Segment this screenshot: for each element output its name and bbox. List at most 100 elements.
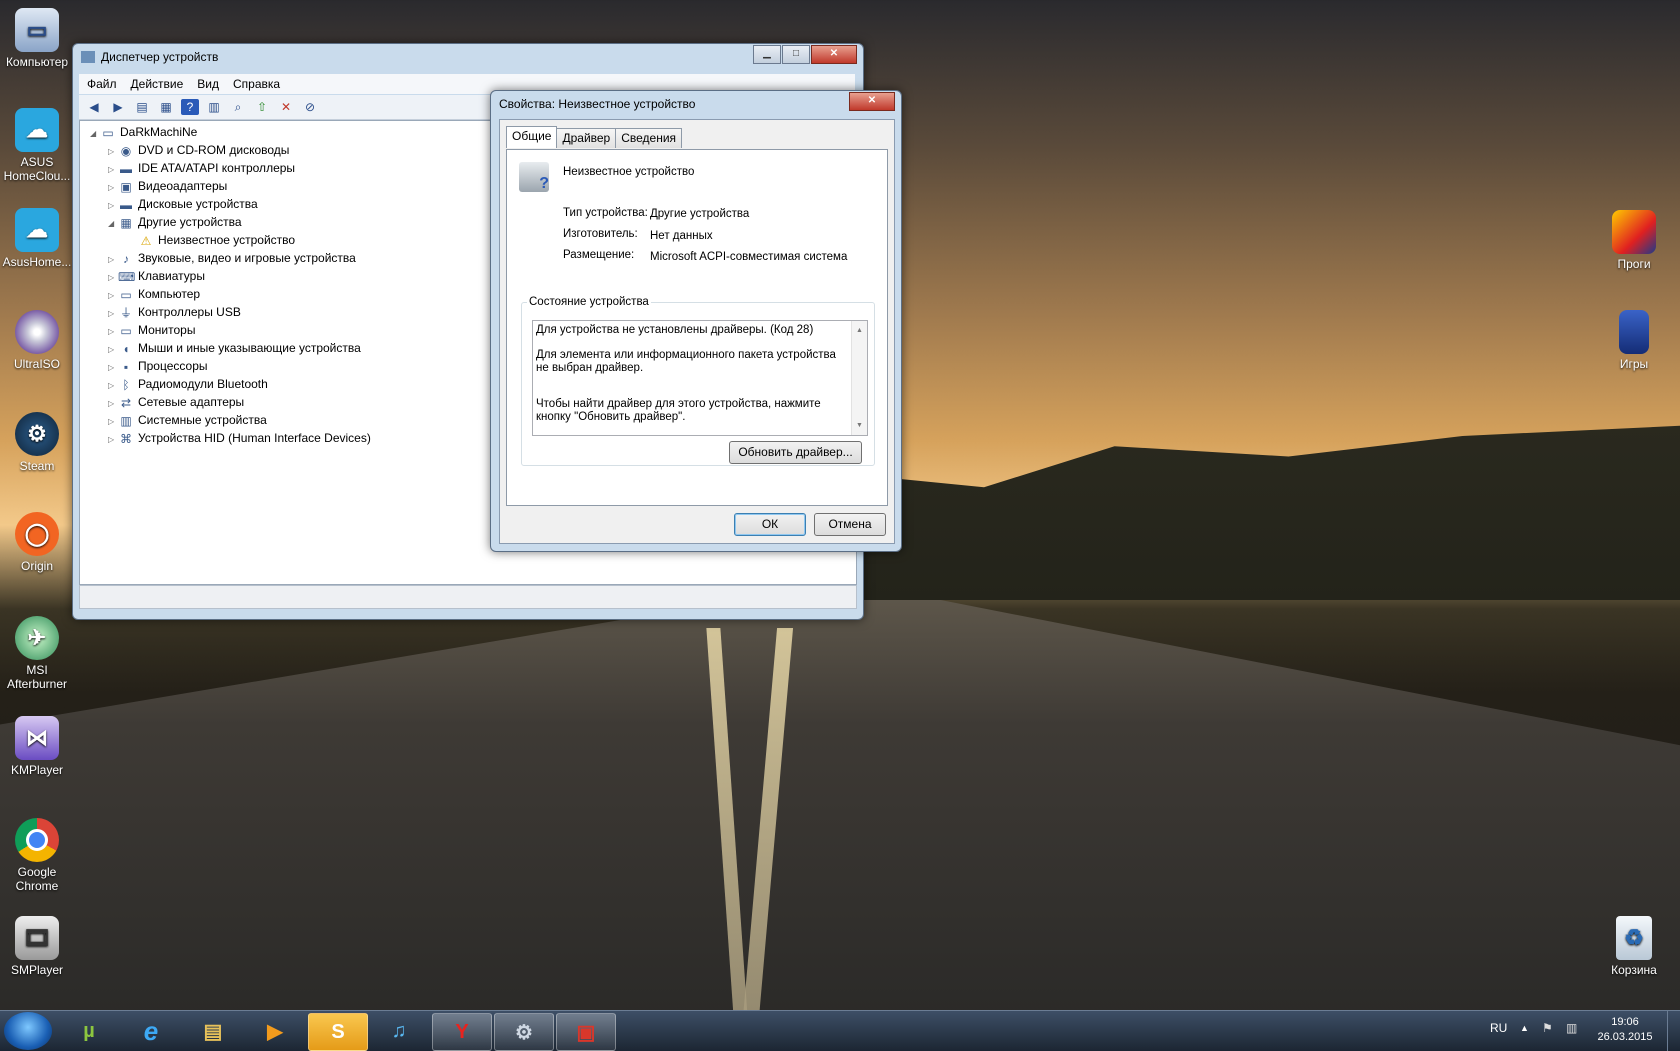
menu-view[interactable]: Вид: [189, 77, 225, 91]
utorrent-icon[interactable]: µ: [60, 1013, 118, 1049]
tree-item-processors[interactable]: ▷ ▪ Процессоры: [108, 357, 208, 375]
processor-icon: ▪: [123, 359, 129, 374]
desktop-icon-origin[interactable]: ◯ Origin: [0, 512, 74, 573]
scroll-down-icon[interactable]: ▼: [852, 419, 867, 432]
maximize-button[interactable]: □: [782, 45, 810, 64]
update-driver-icon[interactable]: ⇧: [253, 99, 271, 115]
tree-root[interactable]: ◢ ▭ DaRkMachiNe: [90, 123, 197, 141]
start-button[interactable]: [4, 1012, 52, 1050]
dialog-body: Общие Драйвер Сведения ? Неизвестное уст…: [499, 119, 895, 544]
minimize-button[interactable]: ▁: [753, 45, 781, 64]
menu-help[interactable]: Справка: [225, 77, 286, 91]
desktop-icon-asushome[interactable]: ☁ AsusHome...: [0, 208, 74, 269]
tree-item-dvd[interactable]: ▷ ◉ DVD и CD-ROM дисководы: [108, 141, 289, 159]
tree-item-label: Неизвестное устройство: [158, 233, 296, 247]
language-indicator[interactable]: RU: [1490, 1021, 1507, 1035]
clock-date: 26.03.2015: [1597, 1031, 1653, 1043]
desktop-icon-smplayer[interactable]: 🎞 SMPlayer: [0, 916, 74, 977]
tree-item-computer[interactable]: ▷ ▭ Компьютер: [108, 285, 200, 303]
desktop-icon-google-chrome[interactable]: Google Chrome: [0, 818, 74, 893]
ide-controller-icon: ▬: [120, 161, 132, 176]
desktop-icon-label: Игры: [1619, 357, 1649, 371]
itunes-icon[interactable]: ♫: [370, 1013, 428, 1049]
wallpaper-treeline: [810, 425, 1680, 600]
desktop-icon-computer[interactable]: ▭ Компьютер: [0, 8, 74, 69]
tree-item-system[interactable]: ▷ ▥ Системные устройства: [108, 411, 267, 429]
tree-item-ide[interactable]: ▷ ▬ IDE ATA/ATAPI контроллеры: [108, 159, 295, 177]
tree-item-label: Сетевые адаптеры: [138, 395, 245, 409]
desktop-icon-recycle-bin[interactable]: ♻ Корзина: [1597, 916, 1671, 977]
tree-item-bluetooth[interactable]: ▷ ᛒ Радиомодули Bluetooth: [108, 375, 268, 393]
cancel-button[interactable]: Отмена: [814, 513, 886, 536]
tray-expand-icon[interactable]: ▲: [1520, 1023, 1529, 1033]
show-hide-tree-icon[interactable]: ▤: [133, 99, 151, 115]
menu-action[interactable]: Действие: [123, 77, 190, 91]
tree-item-disk[interactable]: ▷ ▬ Дисковые устройства: [108, 195, 258, 213]
scroll-up-icon[interactable]: ▲: [852, 324, 867, 337]
expand-arrow-icon[interactable]: ▷: [108, 431, 118, 449]
scan-hardware-icon[interactable]: ⌕: [229, 99, 247, 115]
ok-button[interactable]: ОК: [734, 513, 806, 536]
tree-item-mice[interactable]: ▷ ◖ Мыши и иные указывающие устройства: [108, 339, 361, 357]
uninstall-icon[interactable]: ✕: [277, 99, 295, 115]
skype-icon[interactable]: S: [308, 1013, 368, 1051]
tree-item-hid[interactable]: ▷ ⌘ Устройства HID (Human Interface Device…: [108, 429, 371, 447]
desktop-icon-kmplayer[interactable]: ⋈ KMPlayer: [0, 716, 74, 777]
disable-icon[interactable]: ⊘: [301, 99, 319, 115]
afterburner-icon: ✈: [15, 616, 59, 660]
window-title: Диспетчер устройств: [101, 50, 219, 64]
device-status-legend: Состояние устройства: [529, 296, 649, 308]
tree-item-unknown-device[interactable]: ⚠ Неизвестное устройство: [138, 231, 295, 249]
device-status-textbox[interactable]: Для устройства не установлены драйверы. …: [532, 320, 868, 436]
close-button[interactable]: ✕: [811, 45, 857, 64]
other-devices-icon: ▦: [120, 215, 132, 230]
close-button[interactable]: ✕: [849, 92, 895, 111]
tree-item-other[interactable]: ◢ ▦ Другие устройства: [108, 213, 242, 231]
properties-icon[interactable]: ▦: [157, 99, 175, 115]
properties-titlebar[interactable]: Свойства: Неизвестное устройство: [491, 91, 901, 117]
tree-item-keyboards[interactable]: ▷ ⌨ Клавиатуры: [108, 267, 205, 285]
yandex-browser-icon[interactable]: Y: [432, 1013, 492, 1051]
tab-general[interactable]: Общие: [506, 126, 558, 148]
desktop-icon-msi-afterburner[interactable]: ✈ MSI Afterburner: [0, 616, 74, 691]
vertical-scrollbar[interactable]: ▲ ▼: [851, 321, 867, 435]
system-clock[interactable]: 19:06 26.03.2015: [1590, 1015, 1660, 1045]
device-manager-titlebar[interactable]: Диспетчер устройств: [73, 44, 863, 70]
steam-icon: ⚙: [15, 412, 59, 456]
desktop-icon-label: ASUS HomeClou...: [3, 155, 71, 183]
mouse-icon: ◖: [122, 341, 130, 356]
device-manager-taskbar-icon[interactable]: ⚙: [494, 1013, 554, 1051]
desktop-icon-igry[interactable]: Игры: [1597, 310, 1671, 371]
tree-item-video[interactable]: ▷ ▣ Видеоадаптеры: [108, 177, 227, 195]
desktop-icon-progi[interactable]: Проги: [1597, 210, 1671, 271]
toolbox-icon[interactable]: ▣: [556, 1013, 616, 1051]
menu-file[interactable]: Файл: [79, 77, 123, 91]
action-center-icon[interactable]: ⚑: [1542, 1021, 1553, 1035]
tab-driver[interactable]: Драйвер: [556, 128, 617, 148]
update-driver-button[interactable]: Обновить драйвер...: [729, 441, 862, 464]
desktop-icon-ultraiso[interactable]: UltraISO: [0, 310, 74, 371]
network-icon[interactable]: ▥: [1566, 1021, 1577, 1035]
desktop-icon-steam[interactable]: ⚙ Steam: [0, 412, 74, 473]
view-icon[interactable]: ▥: [205, 99, 223, 115]
explorer-folder-icon[interactable]: ▤: [184, 1013, 242, 1049]
tree-item-sound[interactable]: ▷ ♪ Звуковые, видео и игровые устройства: [108, 249, 356, 267]
internet-explorer-icon[interactable]: e: [122, 1013, 180, 1049]
tab-details[interactable]: Сведения: [615, 128, 683, 148]
tree-item-usb[interactable]: ▷ ⏚ Контроллеры USB: [108, 303, 241, 321]
tree-item-label: Системные устройства: [138, 413, 267, 427]
location-label: Размещение:: [563, 249, 635, 261]
collapse-arrow-icon[interactable]: ◢: [108, 215, 118, 233]
back-icon[interactable]: ◀: [85, 99, 103, 115]
unknown-device-icon: ?: [519, 162, 549, 192]
tree-item-network[interactable]: ▷ ⇄ Сетевые адаптеры: [108, 393, 244, 411]
collapse-arrow-icon[interactable]: ◢: [90, 125, 100, 143]
forward-icon[interactable]: ▶: [109, 99, 127, 115]
status-line-3: Чтобы найти драйвер для этого устройства…: [536, 398, 821, 423]
taskbar: µ e ▤ ▶ S ♫ Y ⚙ ▣ RU ▲ ⚑ ▥ 19:06 26.03.2…: [0, 1010, 1680, 1051]
help-icon[interactable]: ?: [181, 99, 199, 115]
desktop-icon-asus-homecloud[interactable]: ☁ ASUS HomeClou...: [0, 108, 74, 183]
tree-item-monitors[interactable]: ▷ ▭ Мониторы: [108, 321, 195, 339]
media-player-icon[interactable]: ▶: [246, 1013, 304, 1049]
show-desktop-button[interactable]: [1667, 1011, 1680, 1051]
